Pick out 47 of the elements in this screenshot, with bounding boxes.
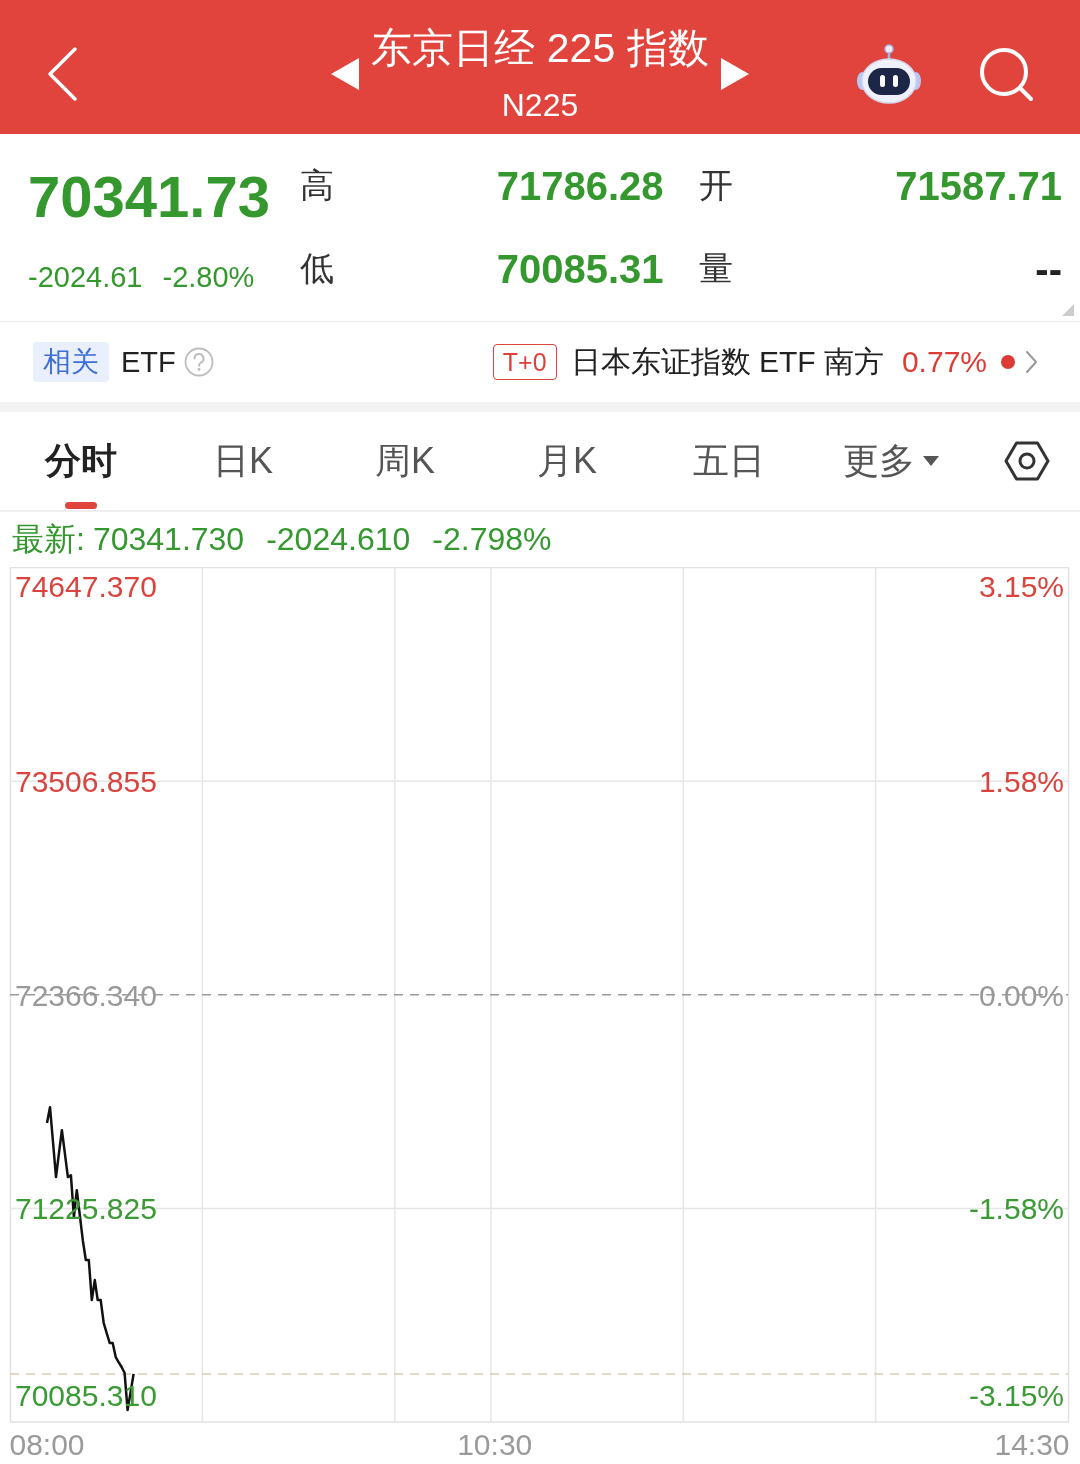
percent-axis-label: 0.00% [978,978,1064,1012]
percent-axis-label: -1.58% [968,1192,1064,1226]
percent-axis-label: 1.58% [978,765,1064,799]
latest-change-percent: -2.798% [432,521,552,558]
time-axis-label: 10:30 [457,1428,533,1461]
chart-tab[interactable]: 更多 [810,412,972,510]
index-code: N225 [501,85,579,125]
chart-tab[interactable]: 五日 [648,412,810,510]
chart-tab[interactable]: 周K [324,412,486,510]
settings-icon[interactable] [1004,441,1050,481]
t-plus-zero-tag: T+0 [492,344,557,380]
etf-label: ETF [121,345,176,379]
stat-value: 70085.31 [496,246,664,292]
chart-tab[interactable]: 分时 [0,412,162,510]
caret-icon [923,456,939,466]
price-axis-label: 72366.340 [15,978,157,1012]
percent-axis-label: -3.15% [968,1379,1064,1412]
time-axis-label: 08:00 [9,1428,85,1461]
stat-label: 开 [698,165,733,206]
search-icon[interactable] [978,45,1034,102]
left-triangle-icon[interactable] [331,57,360,90]
stat-label: 低 [300,248,334,289]
related-tag: 相关 [33,342,109,382]
price-change: -2024.61 [28,260,143,295]
chart-tab[interactable]: 月K [486,412,648,510]
index-title: 东京日经 225 指数 [371,23,709,73]
stat-label: 量 [698,248,733,289]
stat-value: 71587.71 [895,163,1062,209]
fund-name[interactable]: 日本东证指数 ETF 南方 [570,341,884,383]
stat-value: -- [1035,246,1062,292]
stat-value: 71786.28 [496,163,664,209]
back-icon[interactable] [46,45,78,102]
fund-change-percent: 0.77% [901,345,987,379]
current-price: 70341.73 [28,163,271,231]
price-axis-label: 74647.370 [15,570,157,603]
chart-tab[interactable]: 日K [162,412,324,510]
percent-axis-label: 3.15% [978,570,1064,603]
price-axis-label: 73506.855 [15,765,157,799]
time-axis-label: 14:30 [994,1428,1070,1461]
change-percent: -2.80% [162,260,255,295]
stat-label: 高 [300,165,334,206]
chevron-right-icon[interactable] [1025,350,1038,374]
latest-price: 70341.730 [92,521,245,558]
right-triangle-icon[interactable] [720,57,749,90]
latest-change: -2024.610 [266,521,411,558]
latest-label: 最新: [12,519,85,559]
robot-icon[interactable] [856,42,922,105]
